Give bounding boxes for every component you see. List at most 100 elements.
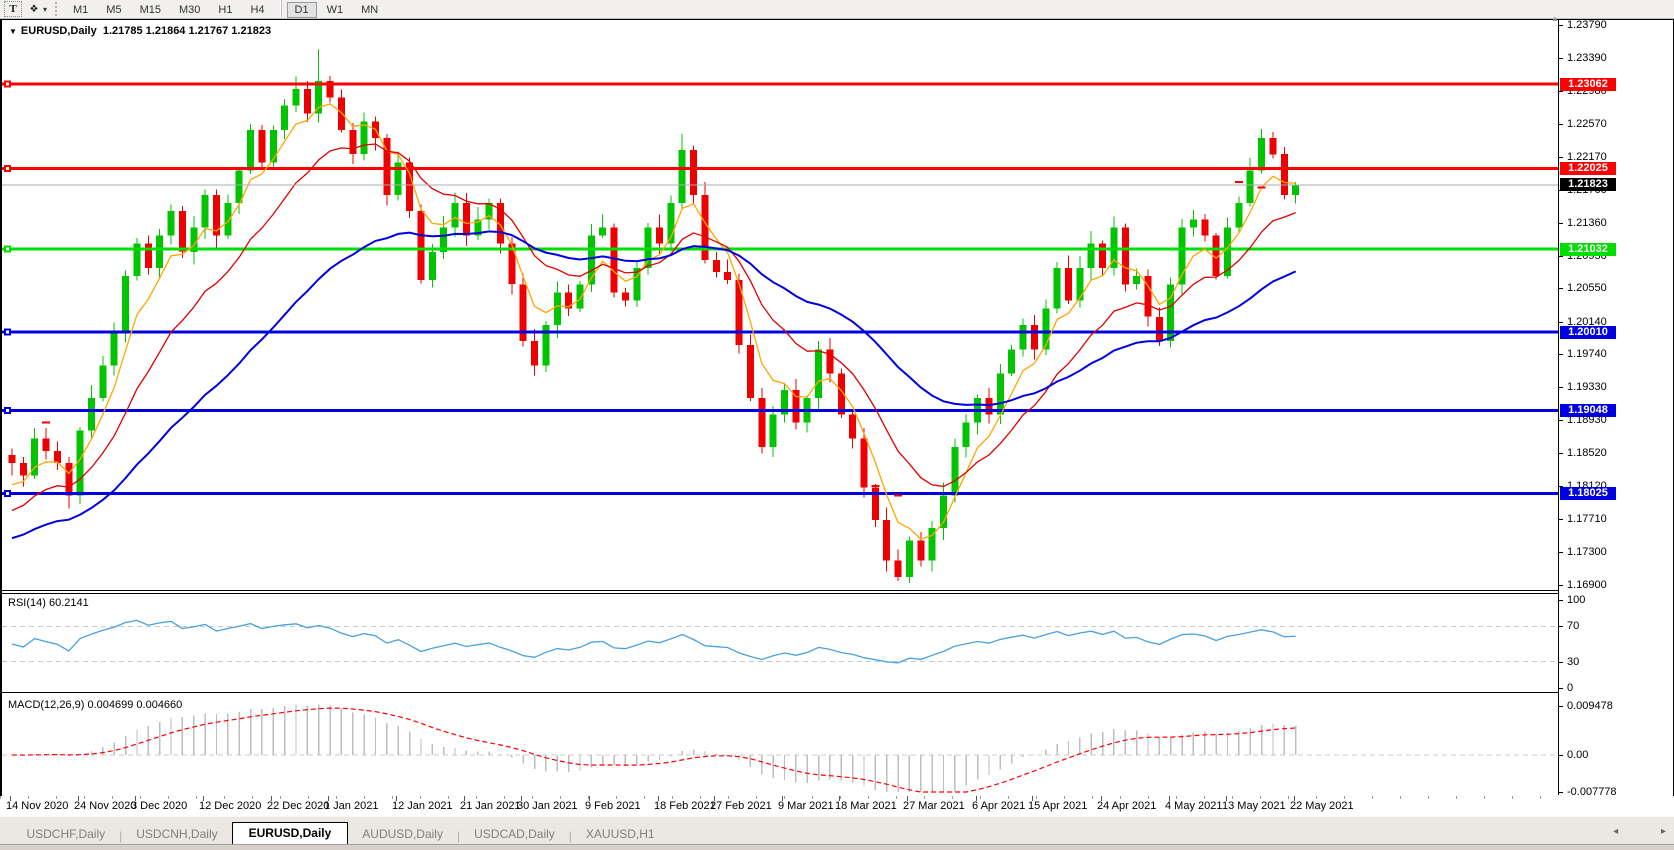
time-minor-tick bbox=[504, 796, 505, 799]
macd-indicator-plot[interactable] bbox=[2, 695, 1558, 794]
candle-body bbox=[861, 439, 868, 488]
arrows-tool-button[interactable]: ❖ bbox=[26, 2, 42, 16]
time-minor-tick bbox=[336, 796, 337, 799]
candle-body bbox=[690, 150, 697, 195]
timeframe-button-m15[interactable]: M15 bbox=[132, 2, 169, 18]
price-tick-mark bbox=[1559, 354, 1563, 355]
price-tick-mark bbox=[1559, 91, 1563, 92]
price-level-badge[interactable]: 1.19048 bbox=[1560, 404, 1616, 417]
timeframe-button-m5[interactable]: M5 bbox=[98, 2, 129, 18]
price-level-badge[interactable]: 1.21032 bbox=[1560, 243, 1616, 256]
time-minor-tick bbox=[952, 796, 953, 799]
price-tick-label: 1.17300 bbox=[1567, 546, 1607, 558]
candle-body bbox=[88, 398, 95, 431]
timeframe-button-m1[interactable]: M1 bbox=[65, 2, 96, 18]
price-tick-mark bbox=[1559, 124, 1563, 125]
chart-window[interactable]: ▼EURUSD,Daily 1.21785 1.21864 1.21767 1.… bbox=[0, 19, 1674, 798]
macd-tick-mark bbox=[1559, 792, 1563, 793]
date-label: 6 Apr 2021 bbox=[972, 800, 1025, 812]
candle-body bbox=[1235, 203, 1242, 227]
time-minor-tick bbox=[840, 796, 841, 799]
candle-body bbox=[361, 122, 368, 155]
price-tick-label: 1.18520 bbox=[1567, 447, 1607, 459]
price-tick-mark bbox=[1559, 552, 1563, 553]
timeframe-button-d1[interactable]: D1 bbox=[287, 2, 317, 18]
date-label: 22 May 2021 bbox=[1290, 800, 1354, 812]
timeframe-button-mn[interactable]: MN bbox=[353, 2, 386, 18]
candle-body bbox=[417, 211, 424, 280]
candle-body bbox=[1281, 154, 1288, 195]
scale-arrow-icon: ▲ bbox=[1551, 14, 1559, 23]
candle-body bbox=[111, 333, 118, 366]
chart-tab-eurusd[interactable]: EURUSD,Daily bbox=[232, 822, 349, 845]
timeframe-button-h4[interactable]: H4 bbox=[242, 2, 272, 18]
price-level-badge[interactable]: 1.22025 bbox=[1560, 162, 1616, 175]
line-handle-center bbox=[6, 167, 9, 170]
time-minor-tick bbox=[756, 796, 757, 799]
line-handle-center bbox=[6, 83, 9, 86]
time-minor-tick bbox=[532, 796, 533, 799]
rsi-tick-label: 30 bbox=[1567, 656, 1579, 668]
line-handle-center bbox=[6, 331, 9, 334]
tab-scroll-left-icon[interactable]: ◂ bbox=[1613, 826, 1618, 837]
candle-body bbox=[65, 463, 72, 496]
arrows-tool-icon: ❖ bbox=[30, 4, 39, 15]
chart-title: ▼EURUSD,Daily 1.21785 1.21864 1.21767 1.… bbox=[9, 25, 271, 37]
candle-body bbox=[429, 252, 436, 280]
time-minor-tick bbox=[980, 796, 981, 799]
chart-symbol-label: EURUSD,Daily bbox=[21, 25, 97, 37]
text-tool-button[interactable]: T bbox=[4, 1, 22, 17]
timeframe-button-m30[interactable]: M30 bbox=[171, 2, 208, 18]
price-level-badge[interactable]: 1.20010 bbox=[1560, 326, 1616, 339]
price-level-badge[interactable]: 1.23062 bbox=[1560, 78, 1616, 91]
rsi-tick-mark bbox=[1559, 626, 1563, 627]
candle-body bbox=[224, 203, 231, 236]
price-tick-mark bbox=[1559, 585, 1563, 586]
time-minor-tick bbox=[392, 796, 393, 799]
candle-body bbox=[179, 211, 186, 252]
date-label: 13 May 2021 bbox=[1222, 800, 1286, 812]
time-minor-tick bbox=[0, 796, 1, 799]
price-scale-axis[interactable]: 1.237901.233901.229801.225701.221701.217… bbox=[1558, 20, 1672, 795]
price-level-badge[interactable]: 1.18025 bbox=[1560, 487, 1616, 500]
time-minor-tick bbox=[560, 796, 561, 799]
time-minor-tick bbox=[1344, 796, 1345, 799]
symbol-dropdown-icon[interactable]: ▼ bbox=[9, 27, 17, 36]
price-tick-mark bbox=[1559, 519, 1563, 520]
date-label: 22 Dec 2020 bbox=[267, 800, 329, 812]
candle-body bbox=[747, 345, 754, 398]
candle-body bbox=[1156, 317, 1163, 341]
chart-tab-xauusd[interactable]: XAUUSD,H1 bbox=[572, 824, 669, 845]
time-minor-tick bbox=[448, 796, 449, 799]
timeframe-button-w1[interactable]: W1 bbox=[319, 2, 352, 18]
date-label: 9 Feb 2021 bbox=[585, 800, 641, 812]
time-minor-tick bbox=[1316, 796, 1317, 799]
time-minor-tick bbox=[728, 796, 729, 799]
candle-body bbox=[270, 130, 277, 163]
time-minor-tick bbox=[1540, 796, 1541, 799]
chart-tab-audusd[interactable]: AUDUSD,Daily bbox=[348, 824, 457, 845]
time-minor-tick bbox=[924, 796, 925, 799]
time-minor-tick bbox=[812, 796, 813, 799]
time-minor-tick bbox=[364, 796, 365, 799]
time-minor-tick bbox=[1456, 796, 1457, 799]
candle-body bbox=[883, 520, 890, 561]
arrows-dropdown-icon[interactable]: ▾ bbox=[43, 5, 47, 14]
rsi-indicator-plot[interactable] bbox=[2, 594, 1558, 692]
price-tick-label: 1.21360 bbox=[1567, 217, 1607, 229]
chart-tab-usdcnh[interactable]: USDCNH,Daily bbox=[122, 824, 231, 845]
candle-body bbox=[43, 439, 50, 451]
rsi-tick-mark bbox=[1559, 662, 1563, 663]
candle-body bbox=[1292, 185, 1299, 195]
line-handle-center bbox=[6, 492, 9, 495]
date-label: 1 Jan 2021 bbox=[324, 800, 378, 812]
price-chart-plot[interactable] bbox=[2, 20, 1558, 590]
candle-body bbox=[1031, 325, 1038, 349]
time-minor-tick bbox=[896, 796, 897, 799]
time-scale-axis[interactable]: 14 Nov 202024 Nov 20203 Dec 202012 Dec 2… bbox=[0, 796, 1674, 816]
chart-tab-usdcad[interactable]: USDCAD,Daily bbox=[460, 824, 569, 845]
tab-scroll-right-icon[interactable]: ▸ bbox=[1661, 826, 1666, 837]
candle-body bbox=[622, 292, 629, 300]
chart-tab-usdchf[interactable]: USDCHF,Daily bbox=[12, 824, 119, 845]
timeframe-button-h1[interactable]: H1 bbox=[210, 2, 240, 18]
